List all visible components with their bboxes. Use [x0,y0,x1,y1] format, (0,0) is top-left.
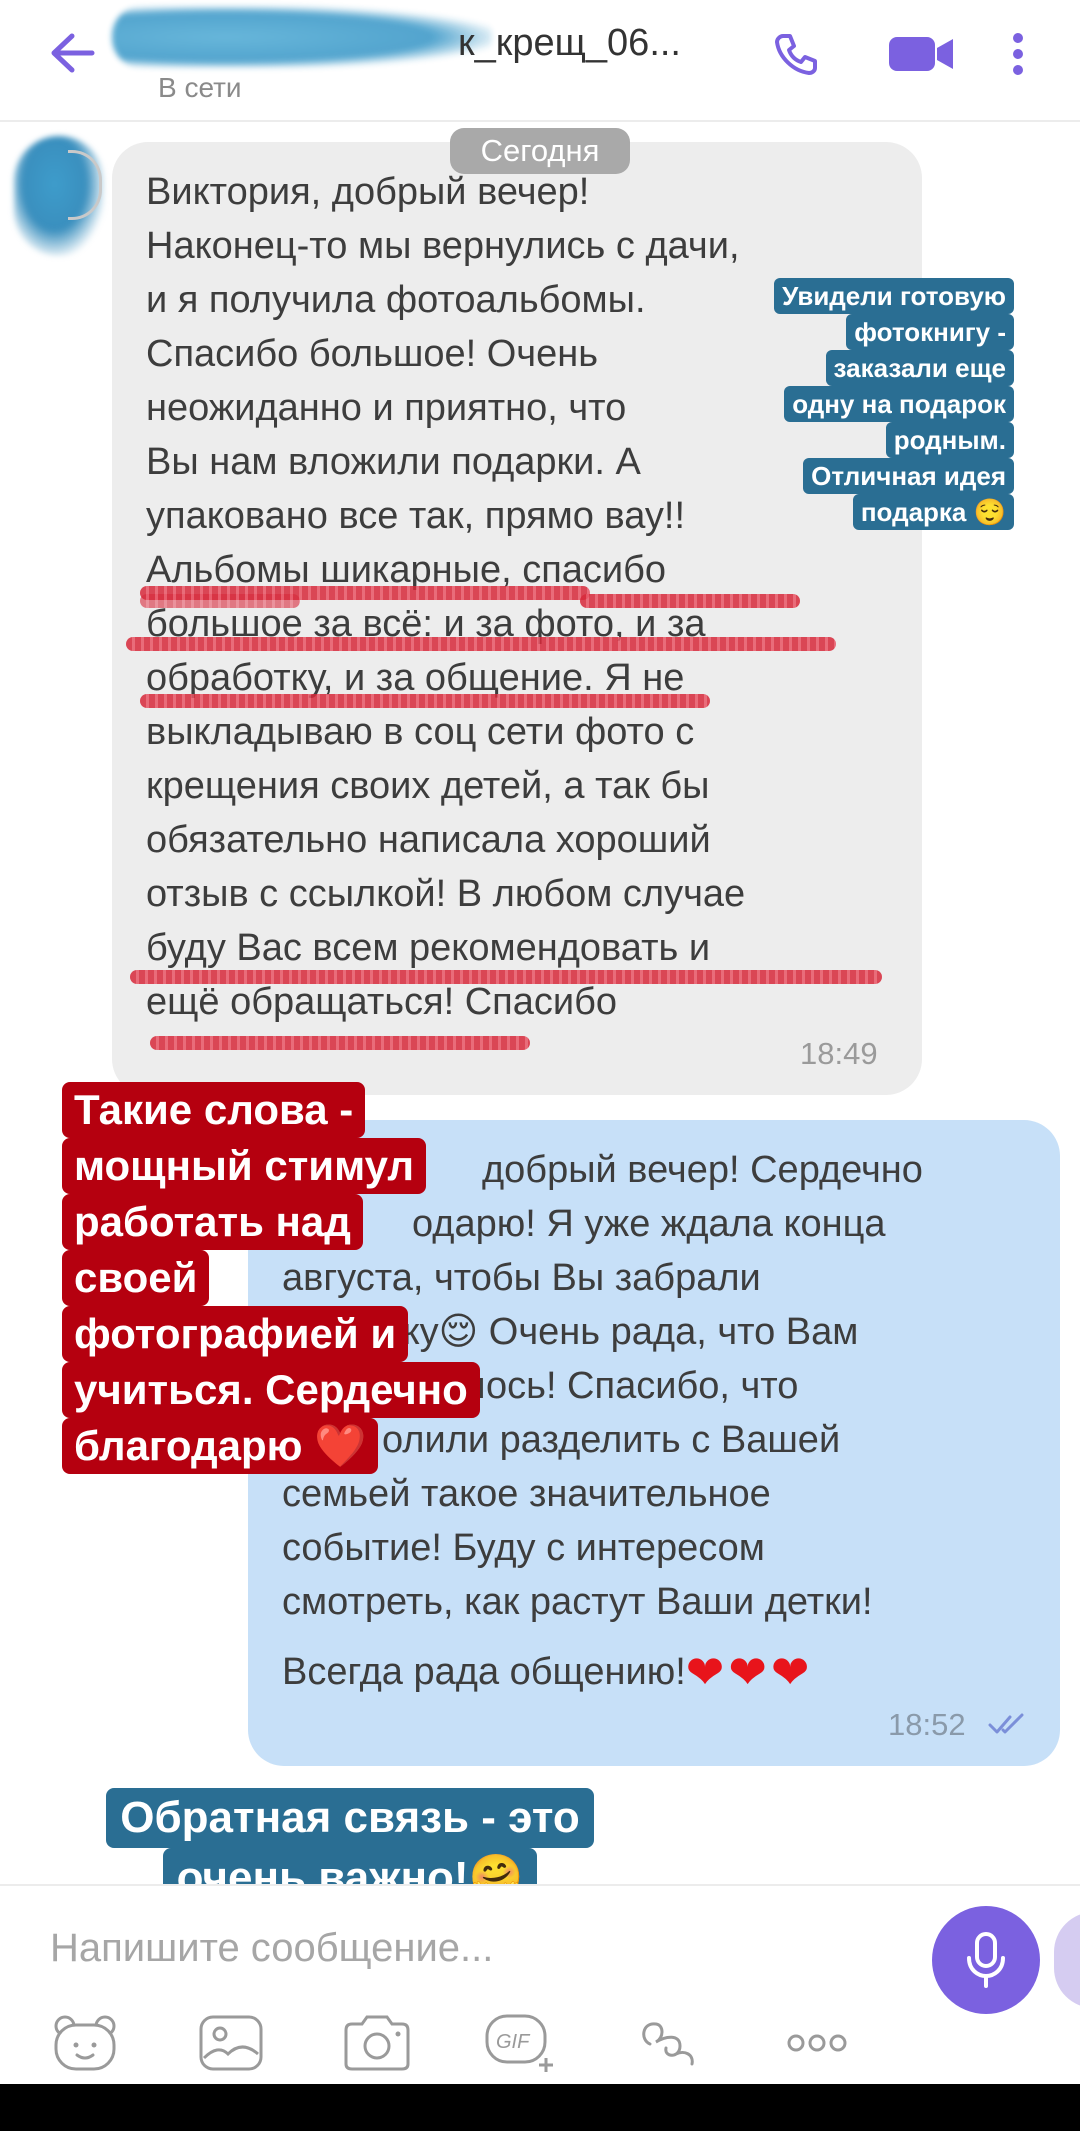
sticker-line: заказали еще [825,350,1014,386]
message-line: выкладываю в соц сети фото с [146,711,695,753]
back-arrow-icon[interactable] [42,26,102,80]
message-line: вилось! Спасибо, что [422,1365,799,1407]
sticker-line: благодарю ❤️ [62,1418,379,1474]
system-navigation-bar [0,2084,1080,2131]
highlight-underline [126,637,836,651]
sticker-line: Отличная идея [803,458,1014,494]
sticker-line: подарка 😌 [852,494,1014,530]
highlight-underline [140,594,300,608]
highlight-underline [150,1036,530,1050]
sticker-note-left-red: Такие слова - мощный стимул работать над… [62,1082,480,1474]
message-input[interactable]: Напишите сообщение... [50,1926,493,1971]
hearts-emoji: ❤❤❤ [685,1646,814,1698]
svg-text:GIF: GIF [496,2031,531,2053]
message-line: событие! Буду с интересом [282,1527,765,1569]
date-separator: Сегодня [450,128,630,174]
message-line: отзыв с ссылкой! В любом случае [146,873,746,915]
microphone-icon[interactable] [932,1906,1040,2014]
more-vertical-icon[interactable] [998,24,1038,84]
sticker-note-top-right: Увидели готовую фотокнигу - заказали еще… [752,278,1014,530]
sticker-line: своей [62,1250,210,1306]
message-line: крещения своих детей, а так бы [146,765,710,807]
contact-title-area[interactable]: к_крещ_06... В сети [112,6,738,106]
closing-text: Всегда рада общению! [282,1651,686,1693]
sticker-line: фотокнигу - [846,314,1014,350]
message-line: семьей такое значительное [282,1473,771,1515]
message-line: Наконец-то мы вернулись с дачи, [146,225,740,267]
message-line: смотреть, как растут Ваши детки! [282,1581,873,1623]
message-line: одарю! Я уже ждала конца [412,1203,886,1245]
message-line: олили разделить с Вашей [382,1419,841,1461]
gif-icon[interactable]: GIF [484,2010,558,2076]
sticker-bear-icon[interactable] [48,2010,122,2076]
incoming-message-time: 18:49 [800,1036,878,1071]
sticker-line: Увидели готовую [774,278,1014,314]
highlight-underline [140,694,710,708]
video-camera-icon[interactable] [884,24,960,84]
message-line: пку😌 Очень рада, что Вам [382,1311,859,1353]
sticker-line: работать над [62,1194,363,1250]
message-line: добрый вечер! Сердечно [482,1149,923,1191]
message-line: буду Вас всем рекомендовать и [146,927,711,969]
chat-header: к_крещ_06... В сети [0,0,1080,122]
sticker-line: одну на подарок [784,386,1014,422]
outgoing-message-time: 18:52 [888,1707,966,1742]
sticker-line: Обратная связь - это [106,1788,594,1848]
sticker-line: мощный стимул [62,1138,427,1194]
sticker-line: Такие слова - [62,1082,366,1138]
sticker-line: учиться. Сердечно [62,1362,480,1418]
gallery-icon[interactable] [194,2010,268,2076]
redacted-name-blur [112,6,492,68]
phone-icon[interactable] [766,24,826,84]
more-horizontal-icon[interactable] [780,2010,854,2076]
contact-title: к_крещ_06... [458,22,681,64]
camera-icon[interactable] [340,2010,414,2076]
online-status: В сети [158,72,242,103]
message-line: обязательно написала хороший [146,819,711,861]
highlight-underline [580,594,800,608]
highlight-underline [130,970,882,984]
doodle-icon[interactable] [632,2010,706,2076]
sticker-line: родным. [885,422,1014,458]
sticker-line: фотографией и [62,1306,409,1362]
message-closing-line: Всегда рада общению!❤❤❤ [282,1645,1042,1699]
double-check-icon [988,1712,1028,1741]
